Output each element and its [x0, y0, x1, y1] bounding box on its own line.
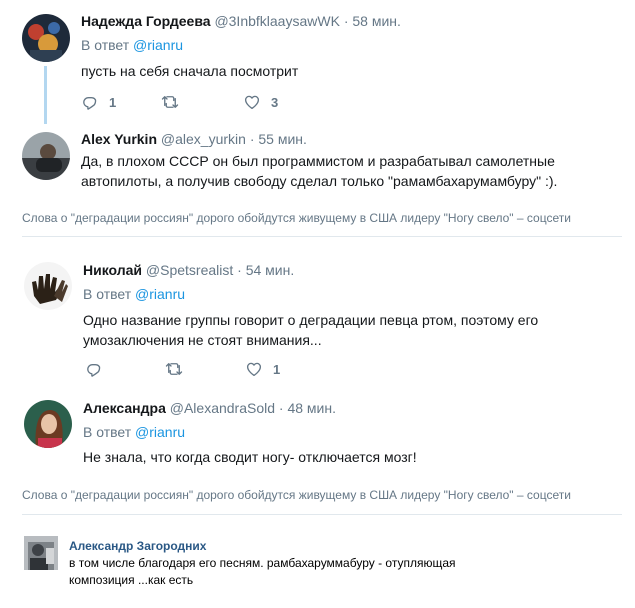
- vk-author-name[interactable]: Александр Загородних: [69, 539, 206, 553]
- retweet-icon: [165, 360, 183, 378]
- retweet-button[interactable]: [161, 93, 179, 111]
- tweet-actions: 1 3: [81, 93, 381, 113]
- tweet-header: Николай @Spetsrealist · 54 мин.: [83, 262, 294, 278]
- tweet-text: пусть на себя сначала посмотрит: [81, 63, 299, 79]
- tweet-header: Александра @AlexandraSold · 48 мин.: [83, 400, 336, 416]
- vk-comment-line: в том числе благодаря его песням. рамбах…: [69, 556, 456, 570]
- reply-to-link[interactable]: @rianru: [135, 424, 185, 440]
- like-count: 3: [271, 94, 279, 110]
- tweet-text-line: Одно название группы говорит о деградаци…: [83, 312, 539, 328]
- avatar[interactable]: [24, 400, 72, 448]
- tweet-text: Да, в плохом СССР он был программистом и…: [81, 151, 621, 191]
- tweet-text: Не знала, что когда сводит ногу- отключа…: [83, 449, 417, 465]
- tweet-header: Alex Yurkin @alex_yurkin · 55 мин.: [81, 131, 307, 147]
- avatar[interactable]: [22, 132, 70, 180]
- tweet-actions: 1: [85, 360, 385, 380]
- divider: [22, 514, 622, 515]
- user-handle[interactable]: @AlexandraSold: [170, 400, 275, 416]
- user-handle[interactable]: @3InbfklaaysawWK: [214, 13, 339, 29]
- thread-line: [44, 66, 47, 124]
- avatar[interactable]: [22, 14, 70, 62]
- tweet-text-line: умозаключения не стоят внимания...: [83, 332, 322, 348]
- reply-button[interactable]: [85, 360, 113, 378]
- like-count: 1: [273, 361, 281, 377]
- user-name[interactable]: Николай: [83, 262, 142, 278]
- reply-button[interactable]: 1: [81, 93, 116, 111]
- like-button[interactable]: 3: [243, 93, 278, 111]
- reply-prefix: В ответ: [83, 286, 132, 302]
- reply-context: В ответ @rianru: [81, 37, 183, 53]
- reply-prefix: В ответ: [81, 37, 130, 53]
- user-name[interactable]: Александра: [83, 400, 166, 416]
- reply-icon: [85, 360, 103, 378]
- retweet-button[interactable]: [165, 360, 183, 378]
- user-handle[interactable]: @alex_yurkin: [161, 131, 246, 147]
- vk-comment-text: в том числе благодаря его песням. рамбах…: [69, 555, 609, 589]
- tweet-time[interactable]: · 58 мин.: [344, 13, 401, 29]
- user-name[interactable]: Alex Yurkin: [81, 131, 157, 147]
- tweet-text: Одно название группы говорит о деградаци…: [83, 310, 623, 350]
- reply-count: 1: [109, 94, 117, 110]
- user-name[interactable]: Надежда Гордеева: [81, 13, 211, 29]
- heart-icon: [245, 360, 263, 378]
- tweet-text-line: Да, в плохом СССР он был программистом и…: [81, 153, 555, 169]
- vk-avatar[interactable]: [24, 536, 58, 570]
- reply-prefix: В ответ: [83, 424, 132, 440]
- heart-icon: [243, 93, 261, 111]
- user-handle[interactable]: @Spetsrealist: [146, 262, 233, 278]
- vk-comment-line: композиция ...как есть: [69, 573, 194, 587]
- divider: [22, 236, 622, 237]
- tweet-time[interactable]: · 55 мин.: [250, 131, 307, 147]
- avatar[interactable]: [24, 262, 72, 310]
- tweet-time[interactable]: · 54 мин.: [237, 262, 294, 278]
- tweet-text-line: автопилоты, а получив свободу сделал тол…: [81, 173, 558, 189]
- reply-to-link[interactable]: @rianru: [135, 286, 185, 302]
- article-link[interactable]: Слова о "деградации россиян" дорого обой…: [22, 488, 571, 502]
- article-link[interactable]: Слова о "деградации россиян" дорого обой…: [22, 211, 571, 225]
- retweet-icon: [161, 93, 179, 111]
- tweet-time[interactable]: · 48 мин.: [279, 400, 336, 416]
- reply-context: В ответ @rianru: [83, 286, 185, 302]
- tweet-header: Надежда Гордеева @3InbfklaaysawWK · 58 м…: [81, 13, 401, 29]
- like-button[interactable]: 1: [245, 360, 280, 378]
- reply-context: В ответ @rianru: [83, 424, 185, 440]
- reply-icon: [81, 93, 99, 111]
- reply-to-link[interactable]: @rianru: [133, 37, 183, 53]
